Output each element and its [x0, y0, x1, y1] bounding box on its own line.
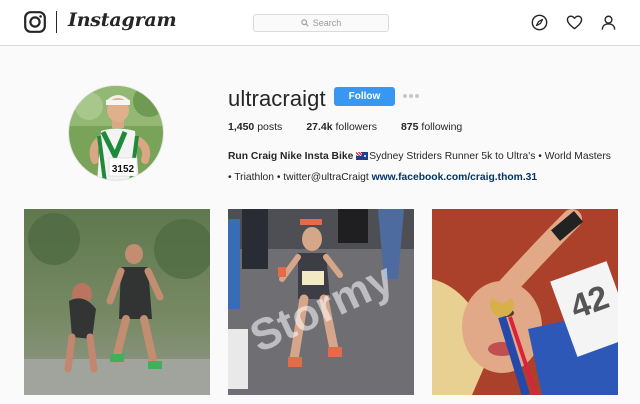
followers-stat[interactable]: 27.4k followers [306, 121, 377, 133]
posts-stat: 1,450 posts [228, 121, 282, 133]
australia-flag-icon [356, 152, 369, 160]
bio-line2: • Triathlon • twitter@ultraCraigt [228, 172, 369, 183]
followers-label: followers [335, 121, 377, 133]
instagram-camera-icon[interactable] [24, 11, 46, 33]
follow-button[interactable]: Follow [334, 87, 395, 106]
posts-count: 1,450 [228, 121, 255, 133]
profile-username: ultracraigt [228, 86, 326, 111]
post-image: Stormy [228, 209, 414, 395]
avatar-photo: 3152 [69, 86, 163, 180]
profile-bio: Run Craig Nike Insta Bike Sydney Strider… [228, 146, 624, 188]
post-thumbnail[interactable]: 42 [432, 209, 618, 395]
post-image [24, 209, 210, 395]
logo-divider [56, 11, 57, 33]
compass-icon[interactable] [531, 14, 548, 31]
post-image: 42 [432, 209, 618, 395]
search-icon [301, 19, 309, 27]
ellipsis-icon[interactable] [403, 91, 423, 101]
followers-count: 27.4k [306, 121, 333, 133]
top-navigation-bar: Instagram Search [0, 0, 640, 46]
following-count: 875 [400, 121, 419, 133]
posts-label: posts [257, 121, 283, 133]
avatar-bib-number: 3152 [112, 164, 135, 175]
instagram-wordmark[interactable]: Instagram [68, 9, 177, 31]
following-stat[interactable]: 875 following [401, 121, 462, 133]
search-placeholder: Search [312, 18, 342, 28]
person-icon[interactable] [600, 14, 617, 31]
post-thumbnail[interactable] [24, 209, 210, 395]
bio-line1: Sydney Striders Runner 5k to Ultra's • W… [369, 151, 611, 162]
heart-icon[interactable] [566, 14, 583, 31]
profile-stats: 1,450 posts 27.4k followers 875 followin… [228, 121, 486, 133]
search-input[interactable]: Search [253, 14, 389, 32]
profile-avatar[interactable]: 3152 [68, 85, 164, 181]
bio-name: Run Craig Nike Insta Bike [228, 151, 354, 162]
following-label: following [421, 121, 463, 133]
bio-link[interactable]: www.facebook.com/craig.thom.31 [372, 172, 538, 183]
post-thumbnail[interactable]: Stormy [228, 209, 414, 395]
